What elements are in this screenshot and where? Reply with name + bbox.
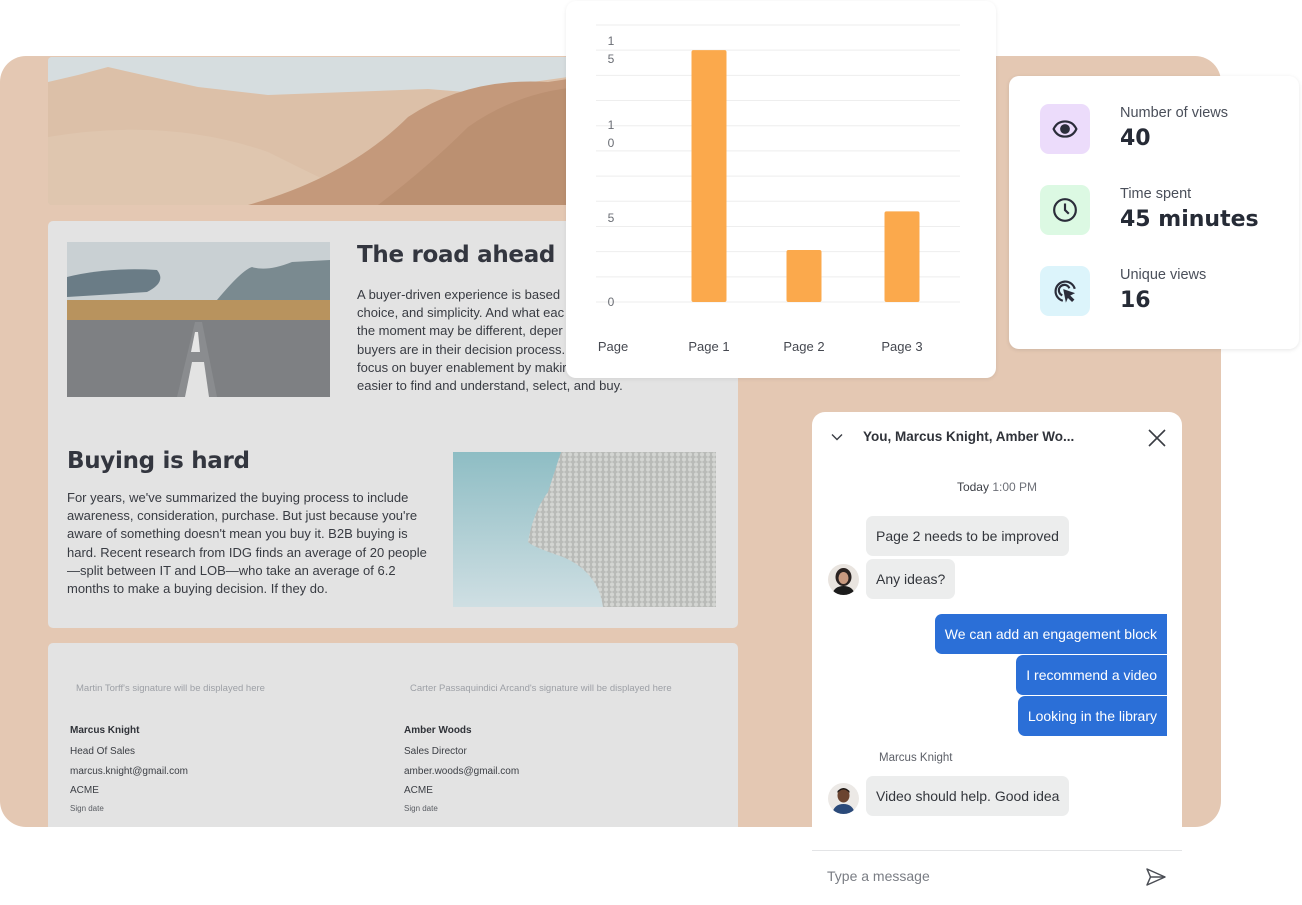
chat-participants-title: You, Marcus Knight, Amber Wo... bbox=[863, 429, 1075, 444]
body-line: aware of something doesn't mean you buy … bbox=[67, 526, 408, 542]
page-views-chart-card: 0 5 1 0 1 5 Page 1 Page 2 Page 3 Page bbox=[566, 1, 996, 378]
stat-number-of-views: Number of views 40 bbox=[1040, 104, 1290, 156]
message-incoming: Video should help. Good idea bbox=[866, 776, 1070, 816]
message-sender-name: Marcus Knight bbox=[879, 752, 953, 764]
message-input[interactable] bbox=[827, 865, 1127, 887]
chat-timestamp: Today 1:00 PM bbox=[812, 480, 1182, 494]
road-image bbox=[67, 242, 330, 397]
cursor-click-icon bbox=[1054, 280, 1076, 303]
stat-icon-tile bbox=[1040, 104, 1090, 154]
y-tick-label: 10 bbox=[608, 118, 615, 150]
stat-label: Unique views bbox=[1120, 267, 1207, 283]
stat-value: 45 minutes bbox=[1120, 207, 1259, 232]
body-line: months to make a buying decision. If the… bbox=[67, 581, 328, 597]
y-tick-label: 5 bbox=[608, 211, 615, 225]
sign-date-label: Sign date bbox=[70, 804, 104, 813]
x-tick-label: Page 1 bbox=[688, 339, 729, 354]
section-title-road-ahead: The road ahead bbox=[357, 242, 556, 268]
section-body-buying-is-hard: For years, we've summarized the buying p… bbox=[67, 489, 437, 598]
signature-block: Carter Passaquindici Arcand's signature … bbox=[404, 643, 734, 827]
sign-date-label: Sign date bbox=[404, 804, 438, 813]
body-line: For years, we've summarized the buying p… bbox=[67, 490, 409, 505]
body-line: easier to find and understand, select, a… bbox=[357, 378, 623, 394]
signer-email: marcus.knight@gmail.com bbox=[70, 766, 188, 777]
bar-page-2 bbox=[786, 249, 822, 302]
avatar bbox=[828, 783, 859, 814]
stat-value: 16 bbox=[1120, 288, 1151, 313]
signer-title: Head Of Sales bbox=[70, 746, 136, 757]
x-tick-label: Page 3 bbox=[881, 339, 922, 354]
divider bbox=[812, 850, 1182, 851]
stat-time-spent: Time spent 45 minutes bbox=[1040, 185, 1290, 237]
stat-label: Number of views bbox=[1120, 105, 1228, 121]
message-incoming: Any ideas? bbox=[866, 559, 956, 599]
stat-icon-tile bbox=[1040, 266, 1090, 316]
signature-block: Martin Torff's signature will be display… bbox=[70, 643, 400, 827]
message-incoming: Page 2 needs to be improved bbox=[866, 516, 1069, 556]
body-line: —split between IT and LOB—who take an av… bbox=[67, 562, 396, 578]
x-axis-label: Page bbox=[598, 339, 628, 354]
stat-icon-tile bbox=[1040, 185, 1090, 235]
message-outgoing: Looking in the library bbox=[1017, 696, 1167, 736]
x-tick-label: Page 2 bbox=[783, 339, 824, 354]
chat-header: You, Marcus Knight, Amber Wo... bbox=[812, 412, 1182, 464]
signature-card: Martin Torff's signature will be display… bbox=[48, 643, 738, 827]
stat-unique-views: Unique views 16 bbox=[1040, 266, 1290, 318]
message-outgoing: I recommend a video bbox=[1016, 655, 1167, 695]
close-icon[interactable] bbox=[1147, 428, 1167, 448]
engagement-stats-card: Number of views 40 Time spent 45 minutes… bbox=[1009, 76, 1299, 349]
stat-label: Time spent bbox=[1120, 186, 1192, 202]
chat-date-time: 1:00 PM bbox=[992, 480, 1038, 494]
building-image bbox=[453, 452, 716, 607]
eye-icon bbox=[1052, 120, 1078, 138]
page-views-bar-chart: 051 01 5Page 1 Page 2 Page 3Page bbox=[596, 24, 960, 354]
body-line: hard. Recent research from IDG finds an … bbox=[67, 544, 427, 560]
y-tick-label: 0 bbox=[608, 295, 615, 309]
body-line: awareness, consideration, purchase. But … bbox=[67, 508, 418, 524]
send-icon[interactable] bbox=[1145, 866, 1167, 888]
message-outgoing: We can add an engagement block bbox=[934, 614, 1167, 654]
chevron-down-icon[interactable] bbox=[830, 430, 844, 444]
bar-page-3 bbox=[884, 211, 920, 302]
stat-value: 40 bbox=[1120, 126, 1151, 151]
clock-icon bbox=[1053, 198, 1077, 222]
section-title-buying-is-hard: Buying is hard bbox=[67, 448, 250, 474]
chat-date-day: Today bbox=[956, 480, 989, 494]
signer-company: ACME bbox=[404, 785, 433, 796]
signature-placeholder[interactable]: Carter Passaquindici Arcand's signature … bbox=[410, 683, 672, 694]
signer-title: Sales Director bbox=[404, 746, 467, 757]
signer-company: ACME bbox=[70, 785, 99, 796]
chat-panel: You, Marcus Knight, Amber Wo... Today 1:… bbox=[812, 412, 1182, 905]
avatar bbox=[828, 564, 859, 595]
signature-placeholder[interactable]: Martin Torff's signature will be display… bbox=[76, 683, 265, 694]
signer-email: amber.woods@gmail.com bbox=[404, 766, 520, 777]
signer-name: Marcus Knight bbox=[70, 725, 140, 736]
signer-name: Amber Woods bbox=[404, 725, 472, 736]
bar-page-1 bbox=[691, 50, 727, 302]
